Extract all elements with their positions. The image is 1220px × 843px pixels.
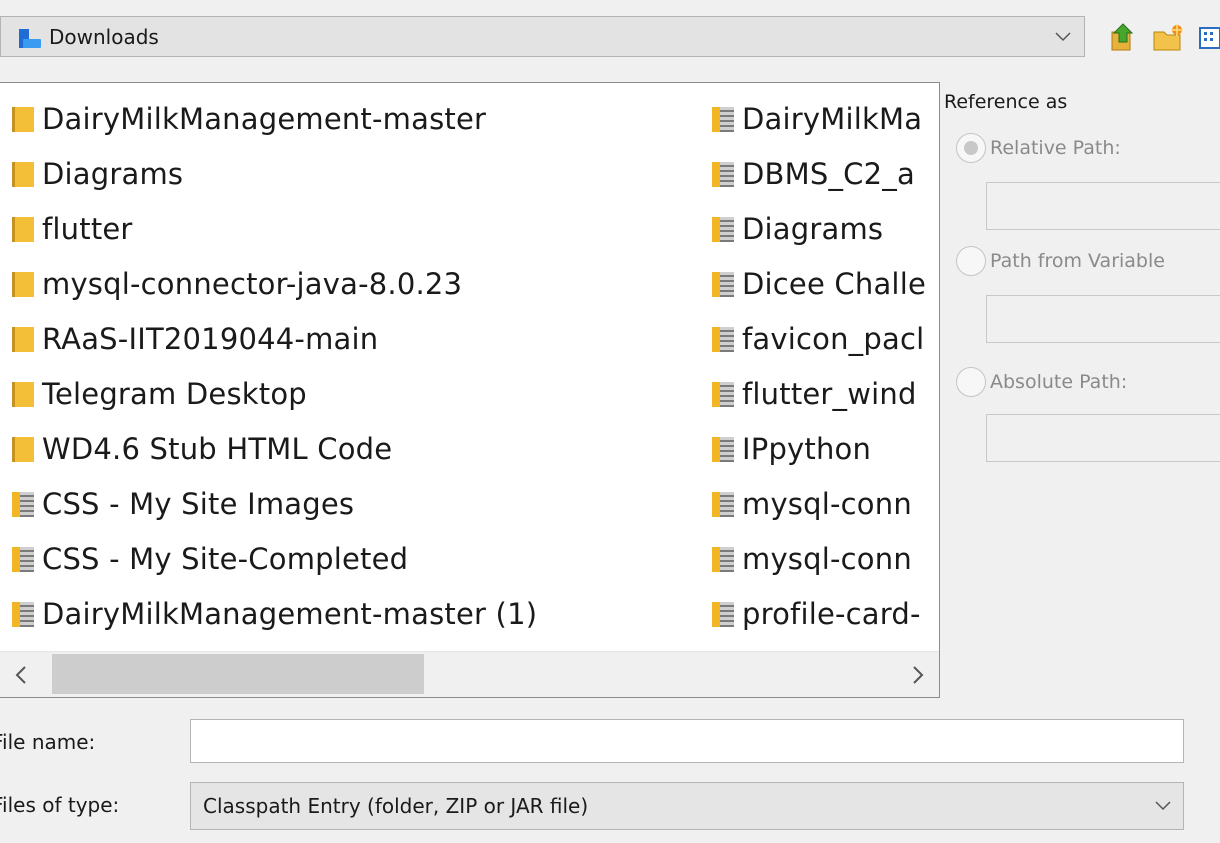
zip-folder-icon: [712, 324, 734, 354]
list-item[interactable]: flutter: [12, 201, 537, 256]
list-item[interactable]: DairyMilkManagement-master: [12, 91, 537, 146]
file-name-input[interactable]: [190, 719, 1184, 763]
file-type-select[interactable]: Classpath Entry (folder, ZIP or JAR file…: [190, 782, 1184, 830]
scroll-right-icon[interactable]: [897, 652, 939, 697]
list-item[interactable]: profile-card-: [712, 586, 938, 641]
list-item[interactable]: Diagrams: [12, 146, 537, 201]
list-item[interactable]: IPpython: [712, 421, 938, 476]
zip-folder-icon: [12, 599, 34, 629]
zip-folder-icon: [712, 214, 734, 244]
radio-selected-icon[interactable]: [956, 133, 986, 163]
relative-path-radio[interactable]: Relative Path:: [956, 133, 1121, 163]
zip-folder-icon: [712, 434, 734, 464]
zip-folder-icon: [712, 544, 734, 574]
chevron-down-icon[interactable]: [1048, 31, 1078, 42]
file-name-label: File name:: [0, 730, 96, 754]
radio-icon[interactable]: [956, 367, 986, 397]
file-column-2: DairyMilkMa DBMS_C2_a Diagrams Dicee Cha…: [712, 91, 938, 641]
zip-folder-icon: [12, 489, 34, 519]
chevron-down-icon[interactable]: [1143, 801, 1183, 811]
reference-options: Reference as Relative Path: Path from Va…: [944, 82, 1220, 482]
up-folder-icon[interactable]: [1108, 22, 1138, 54]
folder-icon: [12, 324, 34, 354]
list-item[interactable]: mysql-connector-java-8.0.23: [12, 256, 537, 311]
zip-folder-icon: [712, 159, 734, 189]
zip-folder-icon: [712, 489, 734, 519]
zip-folder-icon: [712, 269, 734, 299]
radio-icon[interactable]: [956, 246, 986, 276]
zip-folder-icon: [712, 379, 734, 409]
path-from-variable-radio[interactable]: Path from Variable: [956, 246, 1165, 276]
folder-icon: [12, 434, 34, 464]
file-column-1: DairyMilkManagement-master Diagrams flut…: [12, 91, 537, 641]
list-item[interactable]: DairyMilkMa: [712, 91, 938, 146]
location-combo[interactable]: Downloads: [0, 16, 1085, 57]
file-type-label: Files of type:: [0, 793, 120, 817]
list-item[interactable]: Telegram Desktop: [12, 366, 537, 421]
list-item[interactable]: DBMS_C2_a: [712, 146, 938, 201]
list-item[interactable]: mysql-conn: [712, 531, 938, 586]
list-item[interactable]: WD4.6 Stub HTML Code: [12, 421, 537, 476]
reference-title: Reference as: [944, 91, 1068, 113]
scrollbar-thumb[interactable]: [52, 654, 424, 694]
absolute-path-field: [986, 414, 1220, 462]
zip-folder-icon: [712, 104, 734, 134]
variable-path-field: [986, 295, 1220, 343]
relative-path-field: [986, 182, 1220, 230]
list-item[interactable]: DairyMilkManagement-master (1): [12, 586, 537, 641]
list-view-icon[interactable]: [1198, 22, 1220, 54]
folder-icon: [12, 104, 34, 134]
absolute-path-radio[interactable]: Absolute Path:: [956, 367, 1127, 397]
file-list[interactable]: DairyMilkManagement-master Diagrams flut…: [0, 82, 940, 698]
file-type-value: Classpath Entry (folder, ZIP or JAR file…: [203, 794, 589, 818]
zip-folder-icon: [712, 599, 734, 629]
new-folder-icon[interactable]: [1152, 22, 1183, 54]
folder-icon: [12, 214, 34, 244]
list-item[interactable]: CSS - My Site-Completed: [12, 531, 537, 586]
list-item[interactable]: Diagrams: [712, 201, 938, 256]
list-item[interactable]: mysql-conn: [712, 476, 938, 531]
list-item[interactable]: CSS - My Site Images: [12, 476, 537, 531]
folder-icon: [12, 159, 34, 189]
blue-folder-icon: [19, 26, 41, 48]
list-item[interactable]: Dicee Challe: [712, 256, 938, 311]
folder-icon: [12, 379, 34, 409]
scroll-left-icon[interactable]: [0, 652, 42, 697]
list-item[interactable]: RAaS-IIT2019044-main: [12, 311, 537, 366]
list-item[interactable]: flutter_wind: [712, 366, 938, 421]
location-label: Downloads: [49, 24, 159, 49]
horizontal-scrollbar[interactable]: [0, 651, 939, 697]
list-item[interactable]: favicon_pacl: [712, 311, 938, 366]
folder-icon: [12, 269, 34, 299]
zip-folder-icon: [12, 544, 34, 574]
